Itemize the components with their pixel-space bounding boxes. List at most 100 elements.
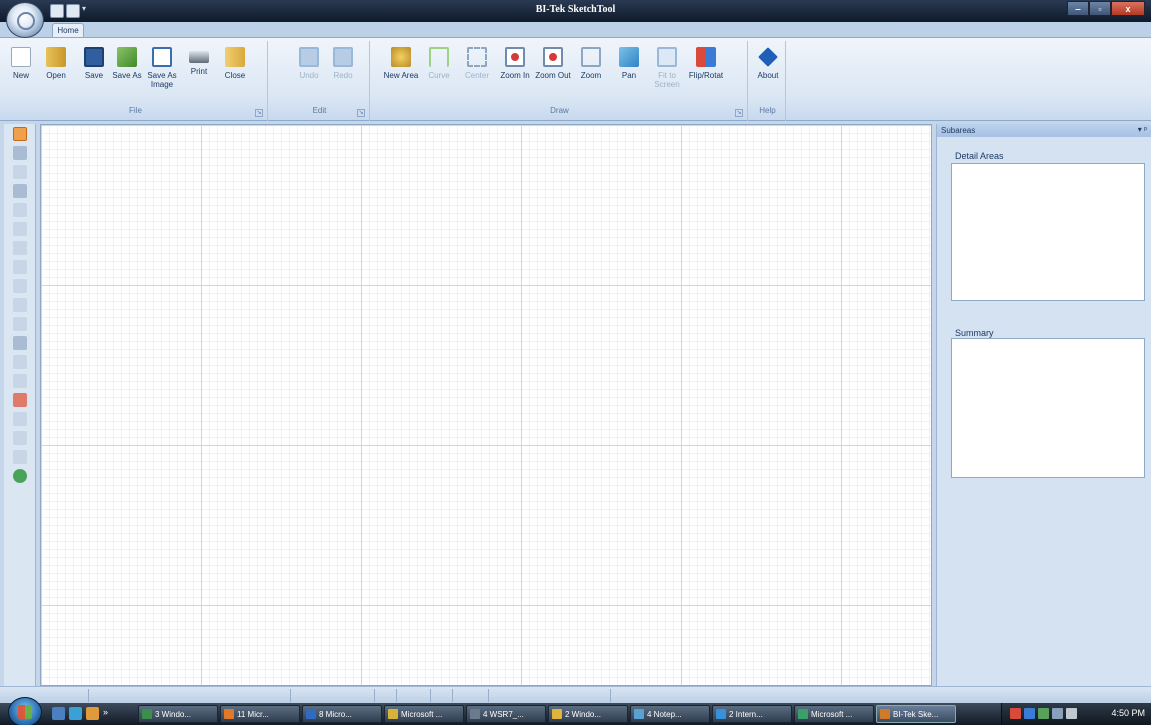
pan-button[interactable]: Pan (610, 41, 648, 107)
edit-tool-icon[interactable] (12, 336, 27, 350)
detail-areas-list[interactable] (951, 163, 1145, 301)
pen-tool-icon[interactable] (12, 184, 27, 198)
tray-update-icon[interactable] (1038, 708, 1049, 719)
edit-group-launcher-icon[interactable]: ↘ (357, 109, 365, 117)
pane-pin-icon[interactable]: ▾ ᵖ (1138, 125, 1147, 134)
start-button[interactable] (8, 697, 42, 725)
redo-button[interactable]: Redo (326, 41, 360, 107)
zoom-button[interactable]: Zoom (572, 41, 610, 107)
subareas-pane: Subareas ▾ ᵖ Detail Areas Summary (936, 124, 1151, 686)
label-tool-icon[interactable] (12, 317, 27, 331)
detail-areas-label: Detail Areas (955, 151, 1004, 161)
firefox-icon[interactable] (86, 707, 99, 720)
taskbar-item[interactable]: Microsoft ... (384, 705, 464, 723)
rectangle-tool-icon[interactable] (12, 222, 27, 236)
undo-button[interactable]: Undo (292, 41, 326, 107)
delete-tool-icon[interactable] (12, 393, 27, 407)
ribbon-tab-strip: Home (0, 22, 1151, 39)
select-tool-icon[interactable] (12, 146, 27, 160)
taskbar-item[interactable]: 4 WSR7_... (466, 705, 546, 723)
switch-windows-icon[interactable] (69, 707, 82, 720)
summary-label: Summary (955, 328, 994, 338)
split-tool-icon[interactable] (12, 241, 27, 255)
new-button[interactable]: New (6, 41, 36, 107)
save-as-button[interactable]: Save As (112, 41, 142, 107)
taskbar-item[interactable]: 3 Windo... (138, 705, 218, 723)
grid-tool-icon[interactable] (12, 127, 27, 141)
new-area-icon (391, 47, 411, 67)
copy-tool-icon[interactable] (12, 355, 27, 369)
ribbon: New Open Save Save As Save As Image Prin… (0, 37, 1151, 121)
taskbar-item[interactable]: 8 Micro... (302, 705, 382, 723)
status-divider (430, 689, 431, 702)
ribbon-group-file: New Open Save Save As Save As Image Prin… (4, 41, 268, 121)
draw-group-launcher-icon[interactable]: ↘ (735, 109, 743, 117)
show-desktop-icon[interactable] (52, 707, 65, 720)
quick-launch-chevron-icon[interactable]: » (103, 707, 111, 720)
zoom-out-button[interactable]: Zoom Out (534, 41, 572, 107)
eraser-tool-icon[interactable] (12, 279, 27, 293)
about-button[interactable]: About (752, 41, 784, 107)
save-as-image-button[interactable]: Save As Image (142, 41, 182, 107)
table-tool-icon[interactable] (12, 374, 27, 388)
application-menu-button[interactable] (6, 2, 44, 38)
pan-icon (619, 47, 639, 67)
new-file-icon (11, 47, 31, 67)
shape-tool-icon[interactable] (12, 431, 27, 445)
group-label-edit: Edit (312, 106, 327, 115)
taskbar-item-active[interactable]: BI-Tek Ske... (876, 705, 956, 723)
flip-rotate-button[interactable]: Flip/Rotat (686, 41, 726, 107)
save-image-icon (152, 47, 172, 67)
refresh-tool-icon[interactable] (12, 469, 27, 483)
undo-icon (299, 47, 319, 67)
curve-button[interactable]: Curve (420, 41, 458, 107)
tray-network-icon[interactable] (1024, 708, 1035, 719)
redo-icon (333, 47, 353, 67)
fit-to-screen-button[interactable]: Fit to Screen (648, 41, 686, 107)
ruler-tool-icon[interactable] (12, 298, 27, 312)
taskbar-item[interactable]: Microsoft ... (794, 705, 874, 723)
line-tool-icon[interactable] (12, 165, 27, 179)
minimize-button[interactable]: ‒ (1067, 1, 1089, 16)
ribbon-group-edit: Undo Redo Edit ↘ (270, 41, 370, 121)
sketch-canvas[interactable] (40, 124, 932, 686)
status-divider (610, 689, 611, 702)
taskbar-item[interactable]: 4 Notep... (630, 705, 710, 723)
center-button[interactable]: Center (458, 41, 496, 107)
dimension-tool-icon[interactable] (12, 203, 27, 217)
tray-wifi-icon[interactable] (1052, 708, 1063, 719)
area-tool-icon[interactable] (12, 260, 27, 274)
quick-launch: » (52, 707, 111, 720)
windows-explorer-icon (142, 709, 152, 719)
taskbar-item[interactable]: 2 Windo... (548, 705, 628, 723)
sheet-tool-icon[interactable] (12, 450, 27, 464)
group-label-file: File (129, 106, 142, 115)
console-icon (470, 709, 480, 719)
tray-shield-icon[interactable] (1010, 708, 1021, 719)
excel-icon (798, 709, 808, 719)
center-icon (467, 47, 487, 67)
paste-tool-icon[interactable] (12, 412, 27, 426)
word-icon (306, 709, 316, 719)
save-as-icon (117, 47, 137, 67)
close-button[interactable]: x (1111, 1, 1145, 16)
zoom-in-button[interactable]: Zoom In (496, 41, 534, 107)
internet-explorer-icon (716, 709, 726, 719)
subareas-pane-title: Subareas (941, 126, 976, 135)
file-group-launcher-icon[interactable]: ↘ (255, 109, 263, 117)
office-icon (224, 709, 234, 719)
close-file-button[interactable]: Close (216, 41, 254, 107)
tray-volume-icon[interactable] (1066, 708, 1077, 719)
print-button[interactable]: Print (182, 41, 216, 107)
new-area-button[interactable]: New Area (382, 41, 420, 107)
clock[interactable]: 4:50 PM (1111, 708, 1145, 718)
app-logo-icon (17, 12, 35, 30)
taskbar-item[interactable]: 11 Micr... (220, 705, 300, 723)
window-title: BI-Tek SketchTool (535, 4, 616, 15)
summary-box[interactable] (951, 338, 1145, 478)
maximize-button[interactable]: ▫ (1089, 1, 1111, 16)
save-button[interactable]: Save (76, 41, 112, 107)
open-button[interactable]: Open (36, 41, 76, 107)
taskbar-item[interactable]: 2 Intern... (712, 705, 792, 723)
status-divider (290, 689, 291, 702)
